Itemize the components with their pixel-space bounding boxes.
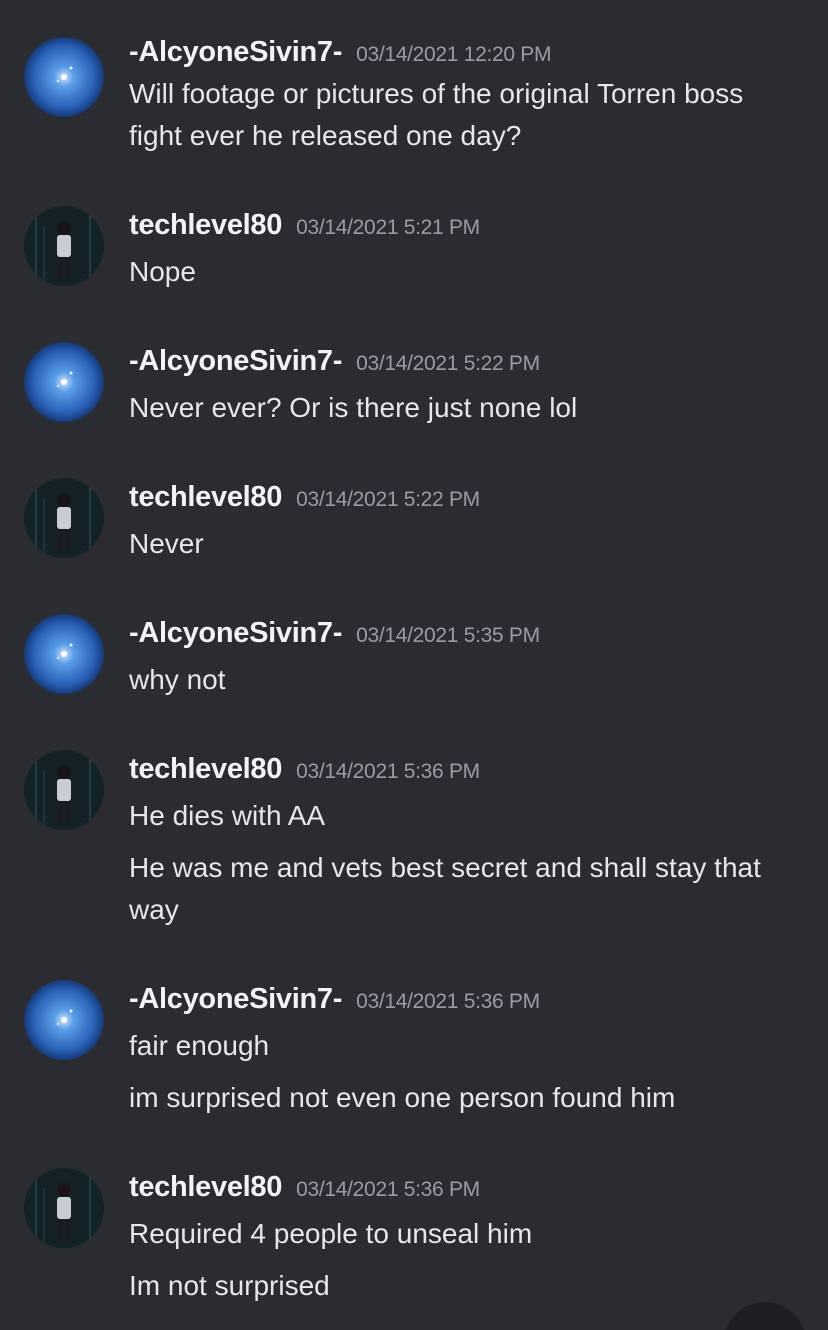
message-header: -AlcyoneSivin7- 03/14/2021 5:22 PM <box>129 347 540 376</box>
message-text: Will footage or pictures of the original… <box>129 78 744 151</box>
timestamp: 03/14/2021 5:22 PM <box>356 352 540 375</box>
message-text: why not <box>129 664 226 695</box>
message-text: Im not surprised <box>129 1270 330 1301</box>
username[interactable]: -AlcyoneSivin7- <box>129 983 342 1015</box>
timestamp: 03/14/2021 12:20 PM <box>356 43 552 66</box>
blue-orb-icon <box>24 342 104 422</box>
blue-orb-icon <box>24 614 104 694</box>
avatar[interactable] <box>24 37 104 117</box>
message-header: techlevel80 03/14/2021 5:21 PM <box>129 211 480 240</box>
username[interactable]: techlevel80 <box>129 481 282 513</box>
timestamp: 03/14/2021 5:36 PM <box>296 1178 480 1201</box>
dark-character-icon <box>24 478 104 558</box>
avatar[interactable] <box>24 1168 104 1248</box>
avatar[interactable] <box>24 342 104 422</box>
avatar[interactable] <box>24 750 104 830</box>
username[interactable]: -AlcyoneSivin7- <box>129 617 342 649</box>
username[interactable]: techlevel80 <box>129 1171 282 1203</box>
blue-orb-icon <box>24 980 104 1060</box>
message-text: Never <box>129 528 204 559</box>
message-text: Required 4 people to unseal him <box>129 1218 533 1249</box>
message-header: -AlcyoneSivin7- 03/14/2021 5:35 PM <box>129 619 540 648</box>
message-text: im surprised not even one person found h… <box>129 1082 676 1113</box>
avatar[interactable] <box>24 478 104 558</box>
blue-orb-icon <box>24 37 104 117</box>
message-text: Nope <box>129 256 196 287</box>
username[interactable]: techlevel80 <box>129 209 282 241</box>
username[interactable]: -AlcyoneSivin7- <box>129 36 342 68</box>
message-header: -AlcyoneSivin7- 03/14/2021 12:20 PM <box>129 38 551 67</box>
username[interactable]: techlevel80 <box>129 753 282 785</box>
timestamp: 03/14/2021 5:35 PM <box>356 624 540 647</box>
message-header: -AlcyoneSivin7- 03/14/2021 5:36 PM <box>129 985 540 1014</box>
timestamp: 03/14/2021 5:21 PM <box>296 216 480 239</box>
dark-character-icon <box>24 750 104 830</box>
avatar[interactable] <box>24 980 104 1060</box>
timestamp: 03/14/2021 5:36 PM <box>296 760 480 783</box>
dark-character-icon <box>24 1168 104 1248</box>
message-text: He dies with AA <box>129 800 326 831</box>
avatar[interactable] <box>24 614 104 694</box>
timestamp: 03/14/2021 5:22 PM <box>296 488 480 511</box>
message-text: He was me and vets best secret and shall… <box>129 852 761 925</box>
message-text: fair enough <box>129 1030 270 1061</box>
username[interactable]: -AlcyoneSivin7- <box>129 345 342 377</box>
message-text: Never ever? Or is there just none lol <box>129 392 578 423</box>
message-header: techlevel80 03/14/2021 5:36 PM <box>129 1173 480 1202</box>
message-header: techlevel80 03/14/2021 5:22 PM <box>129 483 480 512</box>
avatar[interactable] <box>24 206 104 286</box>
dark-character-icon <box>24 206 104 286</box>
timestamp: 03/14/2021 5:36 PM <box>356 990 540 1013</box>
message-header: techlevel80 03/14/2021 5:36 PM <box>129 755 480 784</box>
